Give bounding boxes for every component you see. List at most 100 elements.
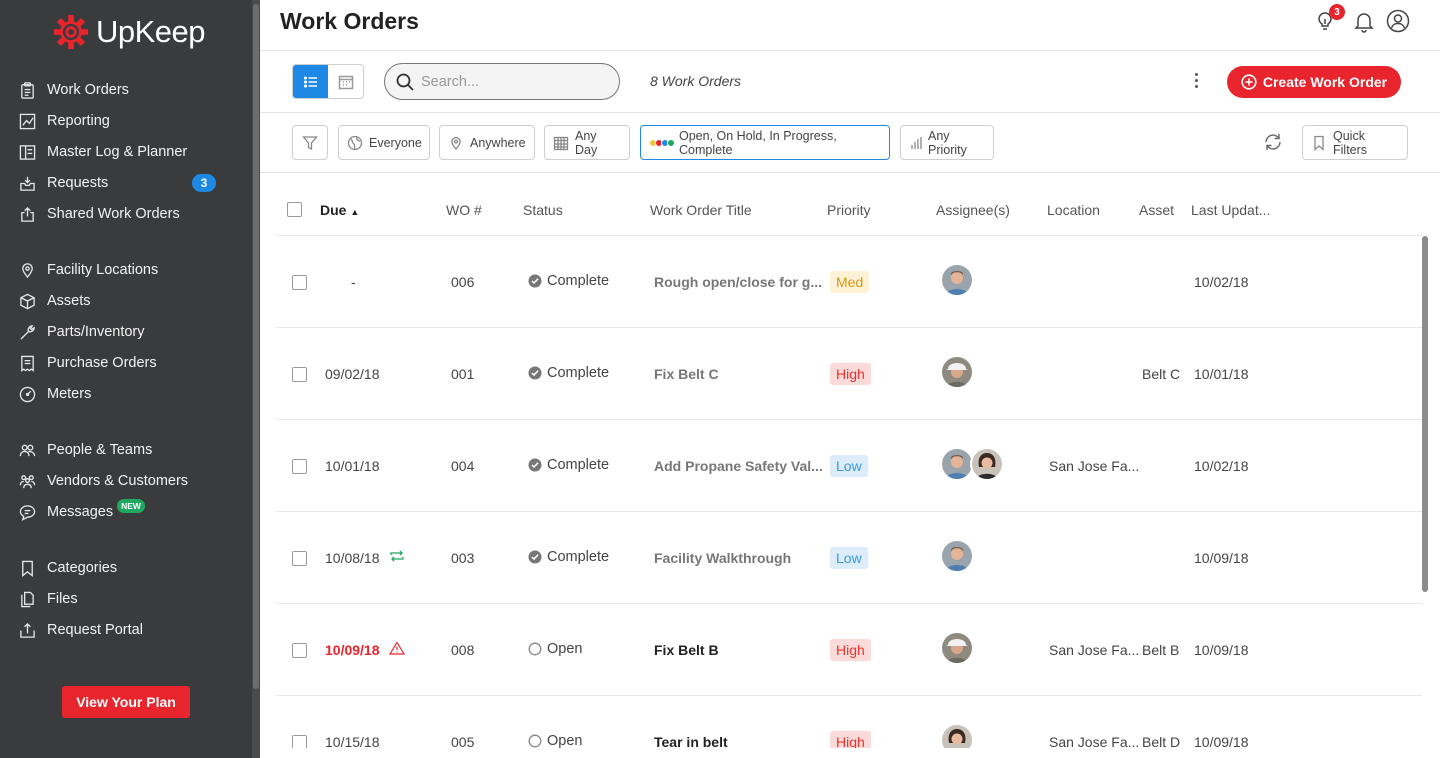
location-name: San Jose Fa... [1049, 458, 1140, 474]
people-icon [18, 441, 36, 459]
sidebar-item-label: Vendors & Customers [47, 473, 189, 489]
last-updated: 10/02/18 [1194, 458, 1249, 474]
sidebar-item-label: Shared Work Orders [47, 206, 180, 222]
view-toggle [292, 64, 364, 99]
create-work-order-button[interactable]: Create Work Order [1227, 66, 1401, 98]
row-checkbox[interactable] [292, 643, 307, 658]
assignee-filter[interactable]: Everyone [338, 125, 430, 160]
row-checkbox[interactable] [292, 367, 307, 382]
row-checkbox[interactable] [292, 275, 307, 290]
chat-icon [18, 503, 36, 521]
list-view-button[interactable] [293, 65, 328, 98]
avatar[interactable] [940, 263, 974, 297]
search-input[interactable] [421, 73, 601, 90]
sidebar-item-files[interactable]: Files [18, 586, 78, 612]
clipboard-icon [18, 81, 36, 99]
sidebar-item-categories[interactable]: Categories [18, 555, 117, 581]
avatar[interactable] [940, 631, 974, 665]
last-updated: 10/09/18 [1194, 550, 1249, 566]
column-header-assignees[interactable]: Assignee(s) [936, 202, 1010, 218]
calendar-view-button[interactable] [328, 65, 363, 98]
sidebar-item-messages[interactable]: Messages NEW [18, 499, 145, 525]
row-checkbox[interactable] [292, 459, 307, 474]
bell-icon[interactable] [1352, 9, 1376, 33]
status-filter[interactable]: Open, On Hold, In Progress, Complete [640, 125, 890, 160]
filter-label: Anywhere [470, 135, 526, 150]
sidebar-item-requests[interactable]: Requests [18, 170, 108, 196]
work-order-title-link[interactable]: Facility Walkthrough [654, 550, 791, 566]
status-cell: Complete [528, 365, 609, 381]
sidebar-item-parts-inventory[interactable]: Parts/Inventory [18, 319, 145, 345]
sidebar-item-facility-locations[interactable]: Facility Locations [18, 257, 158, 283]
sidebar-item-label: Requests [47, 175, 109, 191]
user-profile-icon[interactable] [1386, 9, 1410, 33]
filter-button[interactable] [292, 125, 328, 160]
sidebar-item-shared-work-orders[interactable]: Shared Work Orders [18, 201, 180, 227]
column-header-asset[interactable]: Asset [1139, 202, 1174, 218]
column-header-priority[interactable]: Priority [827, 202, 871, 218]
work-order-title-link[interactable]: Add Propane Safety Val... [654, 458, 823, 474]
more-options-icon[interactable] [1186, 70, 1206, 90]
filter-label: Open, On Hold, In Progress, Complete [679, 128, 837, 157]
status-label: Open [547, 733, 583, 749]
table-scrollbar[interactable] [1422, 236, 1428, 592]
work-order-title-link[interactable]: Fix Belt B [654, 642, 719, 658]
work-order-title-link[interactable]: Rough open/close for g... [654, 274, 822, 290]
vendors-icon [18, 472, 36, 490]
column-header-status[interactable]: Status [523, 202, 563, 218]
select-all-checkbox[interactable] [287, 202, 302, 217]
filter-label: Everyone [369, 135, 422, 150]
location-filter[interactable]: Anywhere [439, 125, 535, 160]
filter-label: Quick Filters [1333, 128, 1368, 157]
sidebar-item-assets[interactable]: Assets [18, 288, 91, 314]
column-header-title[interactable]: Work Order Title [650, 202, 752, 218]
check-circle-icon [528, 550, 542, 564]
avatar[interactable] [940, 447, 974, 481]
row-checkbox[interactable] [292, 551, 307, 566]
date-filter[interactable]: Any Day [544, 125, 630, 160]
sidebar-item-master-log[interactable]: Master Log & Planner [18, 139, 187, 165]
refresh-icon[interactable] [1262, 131, 1284, 153]
sidebar-item-label: Parts/Inventory [47, 324, 145, 340]
sidebar-item-work-orders[interactable]: Work Orders [18, 77, 129, 103]
sidebar-scrollbar[interactable] [252, 0, 260, 758]
column-header-wo[interactable]: WO # [446, 202, 482, 218]
check-circle-icon [528, 458, 542, 472]
column-header-due[interactable]: Due ▲ [320, 202, 359, 218]
wrench-icon [18, 323, 36, 341]
priority-badge: Low [830, 455, 868, 477]
portal-icon [18, 621, 36, 639]
warning-icon [389, 641, 405, 655]
open-circle-icon [528, 734, 542, 748]
row-divider [276, 327, 1422, 328]
column-header-last-updated[interactable]: Last Updat... [1191, 202, 1270, 218]
quick-filters-button[interactable]: Quick Filters [1302, 125, 1408, 160]
sidebar-item-label: Messages [47, 504, 114, 520]
upkeep-logo[interactable]: UpKeep [52, 10, 206, 54]
due-date: 10/08/18 [325, 550, 380, 566]
sidebar-item-reporting[interactable]: Reporting [18, 108, 110, 134]
files-icon [18, 590, 36, 608]
sidebar-item-purchase-orders[interactable]: Purchase Orders [18, 350, 157, 376]
wo-number: 003 [451, 550, 475, 566]
avatar[interactable] [940, 539, 974, 573]
view-plan-button[interactable]: View Your Plan [62, 686, 190, 718]
sidebar-item-people-teams[interactable]: People & Teams [18, 437, 152, 463]
bookmark-icon [1314, 135, 1324, 151]
avatar[interactable] [970, 447, 1004, 481]
search-box[interactable] [384, 63, 620, 100]
priority-filter[interactable]: Any Priority [900, 125, 994, 160]
sidebar-item-request-portal[interactable]: Request Portal [18, 617, 143, 643]
filter-label: Any Day [575, 128, 598, 157]
work-order-title-link[interactable]: Fix Belt C [654, 366, 719, 382]
header-row-divider [276, 235, 1422, 236]
sidebar-item-meters[interactable]: Meters [18, 381, 91, 407]
column-header-location[interactable]: Location [1047, 202, 1100, 218]
calendar-icon [553, 136, 569, 150]
avatar[interactable] [940, 355, 974, 389]
sidebar-scroll-thumb[interactable] [253, 4, 259, 689]
sidebar-item-vendors-customers[interactable]: Vendors & Customers [18, 468, 188, 494]
last-updated: 10/01/18 [1194, 366, 1249, 382]
status-cell: Complete [528, 457, 609, 473]
globe-icon [347, 135, 363, 150]
